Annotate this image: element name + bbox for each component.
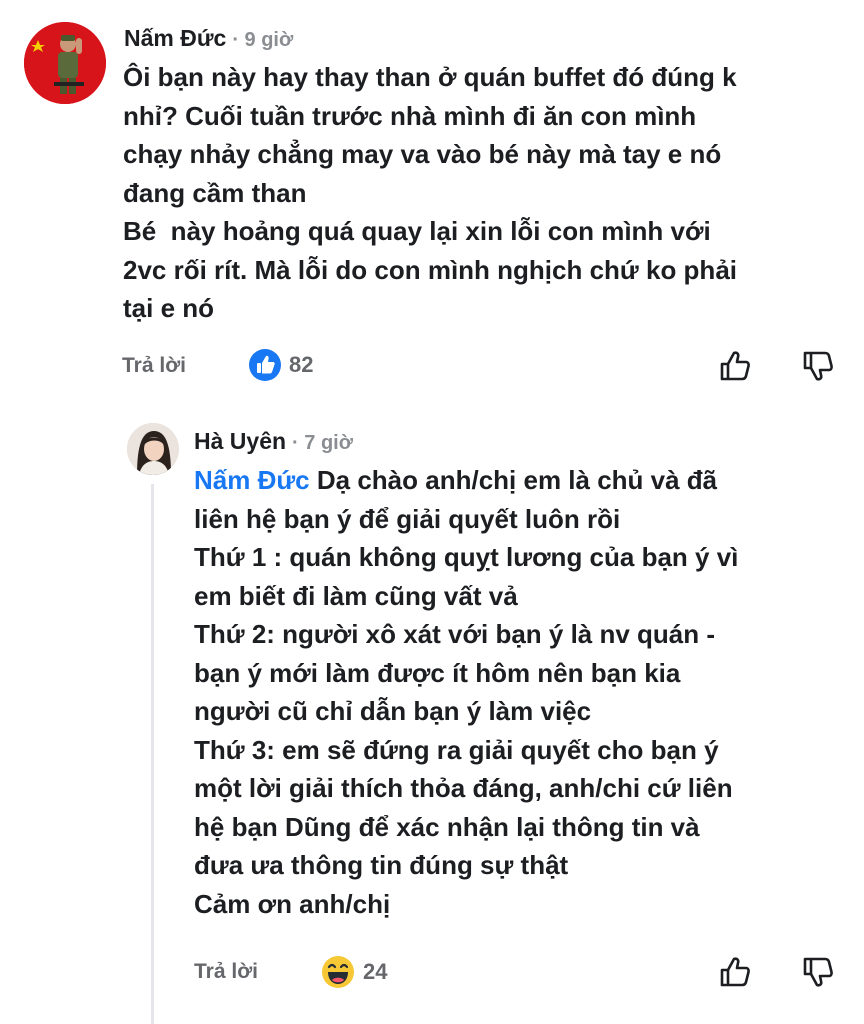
comment-line: Nấm Đức Dạ chào anh/chị em là chủ và đã (194, 461, 738, 500)
comment-line: em biết đi làm cũng vất vả (194, 580, 518, 611)
comment-author[interactable]: Nấm Đức (124, 25, 226, 52)
avatar[interactable] (24, 22, 106, 104)
reaction-summary[interactable]: 82 (249, 349, 313, 381)
thumbs-up-icon (720, 957, 750, 987)
comment-line: người cũ chỉ dẫn bạn ý làm việc (194, 696, 592, 726)
comment-line: đang cầm than (123, 177, 307, 208)
comment-line: liên hệ bạn ý để giải quyết luôn rồi (194, 503, 621, 534)
comment-body: Nấm Đức Dạ chào anh/chị em là chủ và đã l… (194, 461, 738, 923)
comment-line: chạy nhảy chẳng may va vào bé này mà tay… (123, 139, 722, 169)
comment-author[interactable]: Hà Uyên (194, 428, 286, 455)
comment-line: Cảm ơn anh/chị (194, 888, 391, 919)
reaction-summary[interactable]: 24 (321, 955, 387, 989)
avatar-image (127, 423, 179, 475)
comment-body: Ôi bạn này hay thay than ở quán buffet đ… (123, 58, 737, 328)
reaction-count: 24 (363, 959, 388, 984)
mention-link[interactable]: Nấm Đức (194, 465, 310, 495)
reaction-count: 82 (289, 352, 314, 377)
comment-line: Bé này hoảng quá quay lại xin lỗi con mì… (123, 216, 711, 246)
like-button[interactable] (718, 955, 752, 989)
comment-timestamp[interactable]: · 7 giờ (292, 432, 353, 455)
comment-text: Dạ chào anh/chị em là chủ và đã (309, 465, 718, 495)
thumbs-down-icon (803, 351, 833, 381)
thread-line (151, 484, 154, 1024)
comment-line: bạn ý mới làm được ít hôm nên bạn kia (194, 657, 681, 688)
avatar-image (24, 22, 106, 104)
comment-line: tại e nó (123, 293, 215, 323)
reply-button[interactable]: Trả lời (122, 354, 186, 378)
dislike-button[interactable] (801, 955, 835, 989)
reply-button[interactable]: Trả lời (194, 960, 258, 984)
comment-line: 2vc rối rít. Mà lỗi do con mình nghịch c… (123, 254, 737, 285)
thumbs-down-icon (803, 957, 833, 987)
comment-line: nhỉ? Cuối tuần trước nhà mình đi ăn con … (123, 100, 697, 131)
comment-line: một lời giải thích thỏa đáng, anh/chi cứ… (194, 773, 733, 803)
like-button[interactable] (718, 349, 752, 383)
avatar[interactable] (127, 423, 179, 475)
like-reaction-icon (249, 349, 281, 381)
thumbs-up-icon (720, 351, 750, 381)
comment-line: Thứ 2: người xô xát với bạn ý là nv quán… (194, 619, 716, 649)
dislike-button[interactable] (801, 349, 835, 383)
comment-line: đưa ưa thông tin đúng sự thật (194, 850, 569, 880)
comment-line: Ôi bạn này hay thay than ở quán buffet đ… (123, 62, 737, 92)
haha-reaction-icon (322, 956, 354, 988)
comment-line: Thứ 1 : quán không quỵt lương của bạn ý … (194, 542, 739, 572)
comment-line: hệ bạn Dũng để xác nhận lại thông tin và (194, 811, 700, 842)
comment-timestamp[interactable]: · 9 giờ (232, 29, 293, 52)
comment-line: Thứ 3: em sẽ đứng ra giải quyết cho bạn … (194, 734, 719, 765)
